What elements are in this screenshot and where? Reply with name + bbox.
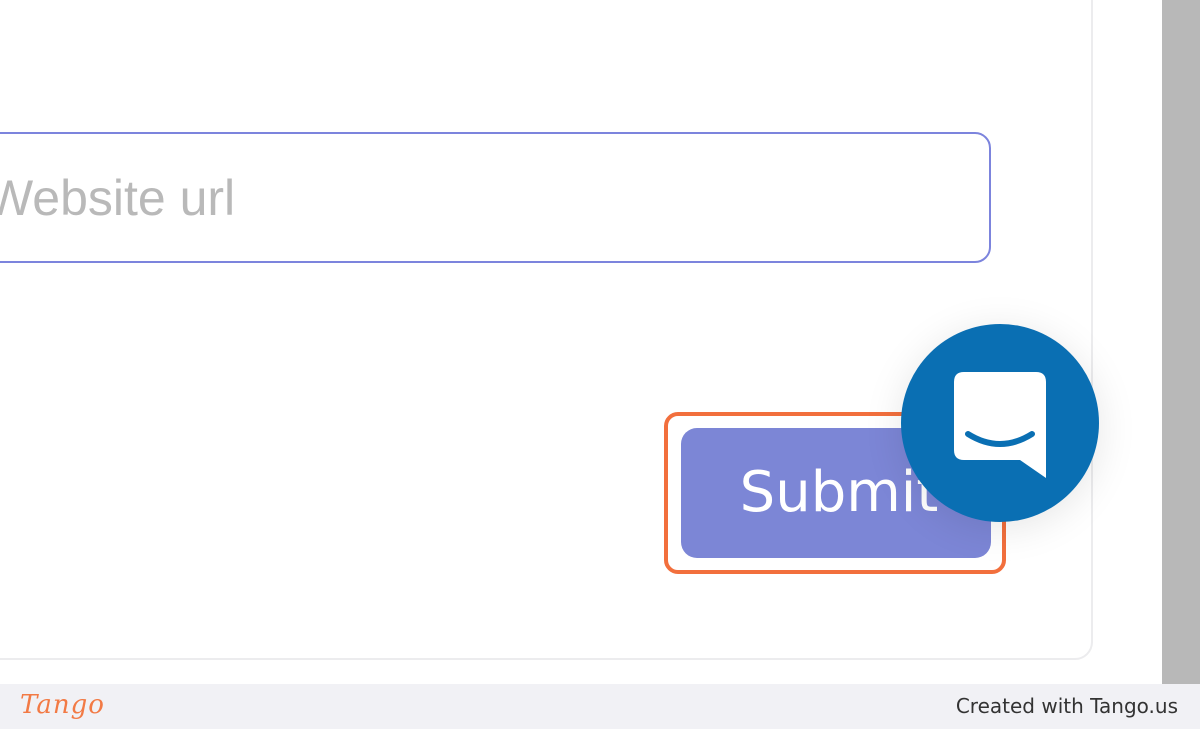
tango-logo: Tango xyxy=(20,690,105,720)
footer-bar: Tango Created with Tango.us xyxy=(0,684,1200,729)
chat-widget-button[interactable] xyxy=(901,324,1099,522)
form-card xyxy=(0,0,1093,660)
website-url-input[interactable] xyxy=(0,132,991,263)
vertical-scrollbar[interactable] xyxy=(1162,0,1200,684)
footer-credit-text: Created with Tango.us xyxy=(955,694,1178,718)
page: Submit Tango Created with Tango.us xyxy=(0,0,1200,729)
chat-bubble-smile-icon xyxy=(954,372,1046,478)
